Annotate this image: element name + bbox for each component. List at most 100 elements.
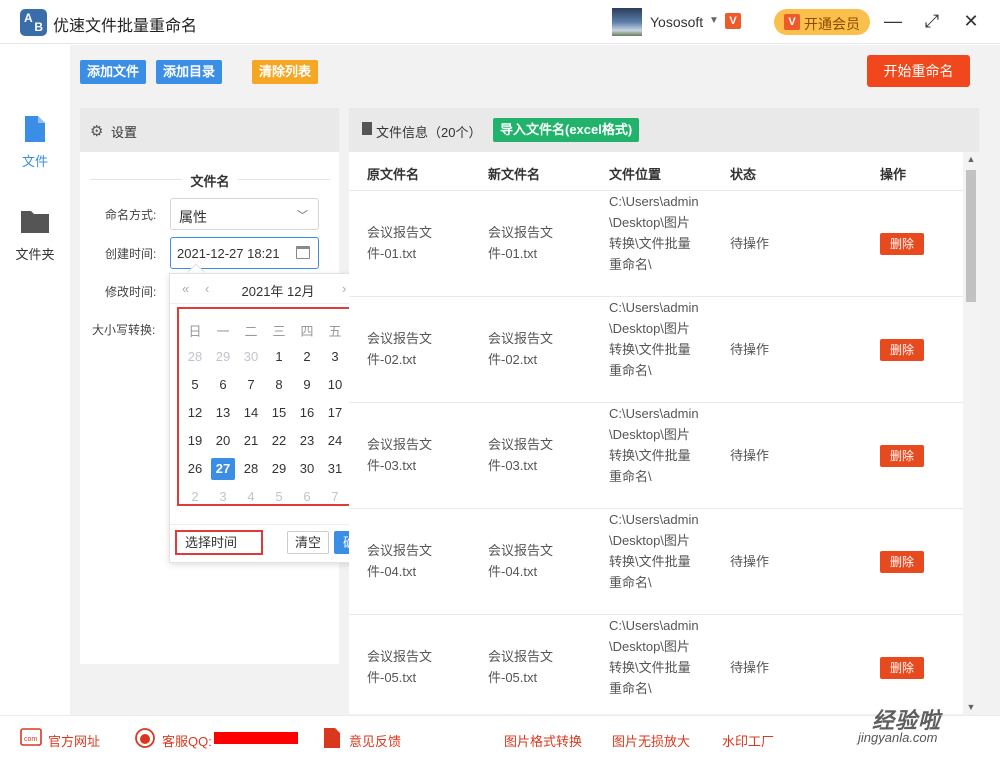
day-cell[interactable]: 27 [211,458,235,480]
feedback-link[interactable]: 意见反馈 [349,731,401,750]
next-month-button[interactable]: › [342,281,346,296]
weekday-label: 二 [244,324,258,339]
day-cell[interactable]: 23 [295,430,319,452]
day-cell[interactable]: 7 [239,374,263,396]
day-cell[interactable]: 12 [183,402,207,424]
col-new-name: 新文件名 [488,167,541,182]
table-scrollbar[interactable]: ▲ ▼ [963,152,979,714]
choose-time-button[interactable]: 选择时间 [175,530,263,555]
clear-button[interactable]: 清空 [287,531,329,554]
app-title: 优速文件批量重命名 [53,18,198,35]
settings-title: 设置 [111,125,138,140]
watermark-factory-link[interactable]: 水印工厂 [722,731,774,750]
day-cell[interactable]: 3 [323,346,347,368]
day-cell[interactable]: 22 [267,430,291,452]
day-cell[interactable]: 5 [267,486,291,508]
day-cell[interactable]: 28 [239,458,263,480]
nav-item-file[interactable]: 文件 [0,115,70,179]
day-cell[interactable]: 30 [295,458,319,480]
scroll-down-icon[interactable]: ▼ [963,702,979,712]
col-status: 状态 [730,167,757,182]
clear-list-button[interactable]: 清除列表 [252,60,319,84]
delete-button[interactable]: 删除 [880,657,924,679]
image-convert-link[interactable]: 图片格式转换 [504,731,582,750]
delete-button[interactable]: 删除 [880,445,924,467]
weekday-label: 三 [272,324,286,339]
new-filename: 会议报告文件-01.txt [488,225,554,261]
day-cell[interactable]: 8 [267,374,291,396]
created-time-input[interactable]: 2021-12-27 18:21 [170,237,319,269]
settings-header: ⚙ 设置 [80,108,339,152]
day-cell[interactable]: 24 [323,430,347,452]
import-excel-button[interactable]: 导入文件名(excel格式) [493,118,640,142]
nav-item-folder[interactable]: 文件夹 [0,208,70,272]
day-cell[interactable]: 15 [267,402,291,424]
weekday-label: 一 [216,324,230,339]
naming-method-select[interactable]: 属性 ﹀ [170,198,319,230]
day-cell[interactable]: 13 [211,402,235,424]
weekday-label: 四 [300,324,314,339]
day-cell[interactable]: 29 [211,346,235,368]
vip-button[interactable]: V 开通会员 [774,9,870,35]
vip-label: 开通会员 [804,16,860,32]
day-cell[interactable]: 20 [211,430,235,452]
gear-icon: ⚙ [90,123,104,140]
day-cell[interactable]: 1 [267,346,291,368]
day-cell[interactable]: 7 [323,486,347,508]
status-text: 待操作 [730,342,770,357]
original-filename: 会议报告文件-05.txt [367,649,433,685]
start-rename-button[interactable]: 开始重命名 [867,55,970,87]
customer-service-icon [135,728,155,748]
maximize-button[interactable]: ⤢ [921,10,943,32]
user-avatar[interactable] [612,8,642,36]
add-directory-button[interactable]: 添加目录 [156,60,223,84]
day-cell[interactable]: 6 [211,374,235,396]
day-cell[interactable]: 26 [183,458,207,480]
app-logo: AB [20,9,47,36]
day-cell[interactable]: 16 [295,402,319,424]
created-time-label: 创建时间: [105,247,157,261]
day-cell[interactable]: 4 [239,486,263,508]
user-name[interactable]: Yososoft [650,14,703,30]
vip-icon: V [784,14,800,30]
delete-button[interactable]: 删除 [880,339,924,361]
delete-button[interactable]: 删除 [880,233,924,255]
chevron-down-icon[interactable]: ▼ [709,15,719,26]
day-cell[interactable]: 6 [295,486,319,508]
new-filename: 会议报告文件-04.txt [488,543,554,579]
minimize-button[interactable]: — [882,10,904,32]
day-cell[interactable]: 30 [239,346,263,368]
day-cell[interactable]: 3 [211,486,235,508]
add-file-button[interactable]: 添加文件 [80,60,147,84]
status-text: 待操作 [730,660,770,675]
scroll-up-icon[interactable]: ▲ [963,154,979,164]
new-filename: 会议报告文件-03.txt [488,437,554,473]
day-cell[interactable]: 31 [323,458,347,480]
day-cell[interactable]: 28 [183,346,207,368]
day-cell[interactable]: 9 [295,374,319,396]
day-cell[interactable]: 14 [239,402,263,424]
day-cell[interactable]: 21 [239,430,263,452]
original-filename: 会议报告文件-02.txt [367,331,433,367]
delete-button[interactable]: 删除 [880,551,924,573]
day-cell[interactable]: 29 [267,458,291,480]
day-cell[interactable]: 2 [183,486,207,508]
day-cell[interactable]: 17 [323,402,347,424]
image-enlarge-link[interactable]: 图片无损放大 [612,731,690,750]
status-text: 待操作 [730,448,770,463]
day-cell[interactable]: 19 [183,430,207,452]
calendar-icon[interactable] [296,246,310,259]
file-info-header: 文件信息（20个） 导入文件名(excel格式) [349,108,979,152]
day-cell[interactable]: 10 [323,374,347,396]
footer: com 官方网址 客服QQ: 意见反馈 图片格式转换 图片无损放大 水印工厂 [0,715,1000,760]
original-filename: 会议报告文件-01.txt [367,225,433,261]
naming-method-value: 属性 [179,209,207,225]
new-filename: 会议报告文件-05.txt [488,649,554,685]
chevron-down-icon: ﹀ [297,210,308,222]
day-cell[interactable]: 5 [183,374,207,396]
document-icon [362,122,372,135]
website-link[interactable]: 官方网址 [48,731,100,750]
day-cell[interactable]: 2 [295,346,319,368]
scrollbar-thumb[interactable] [966,170,976,302]
close-button[interactable]: ✕ [960,10,982,32]
